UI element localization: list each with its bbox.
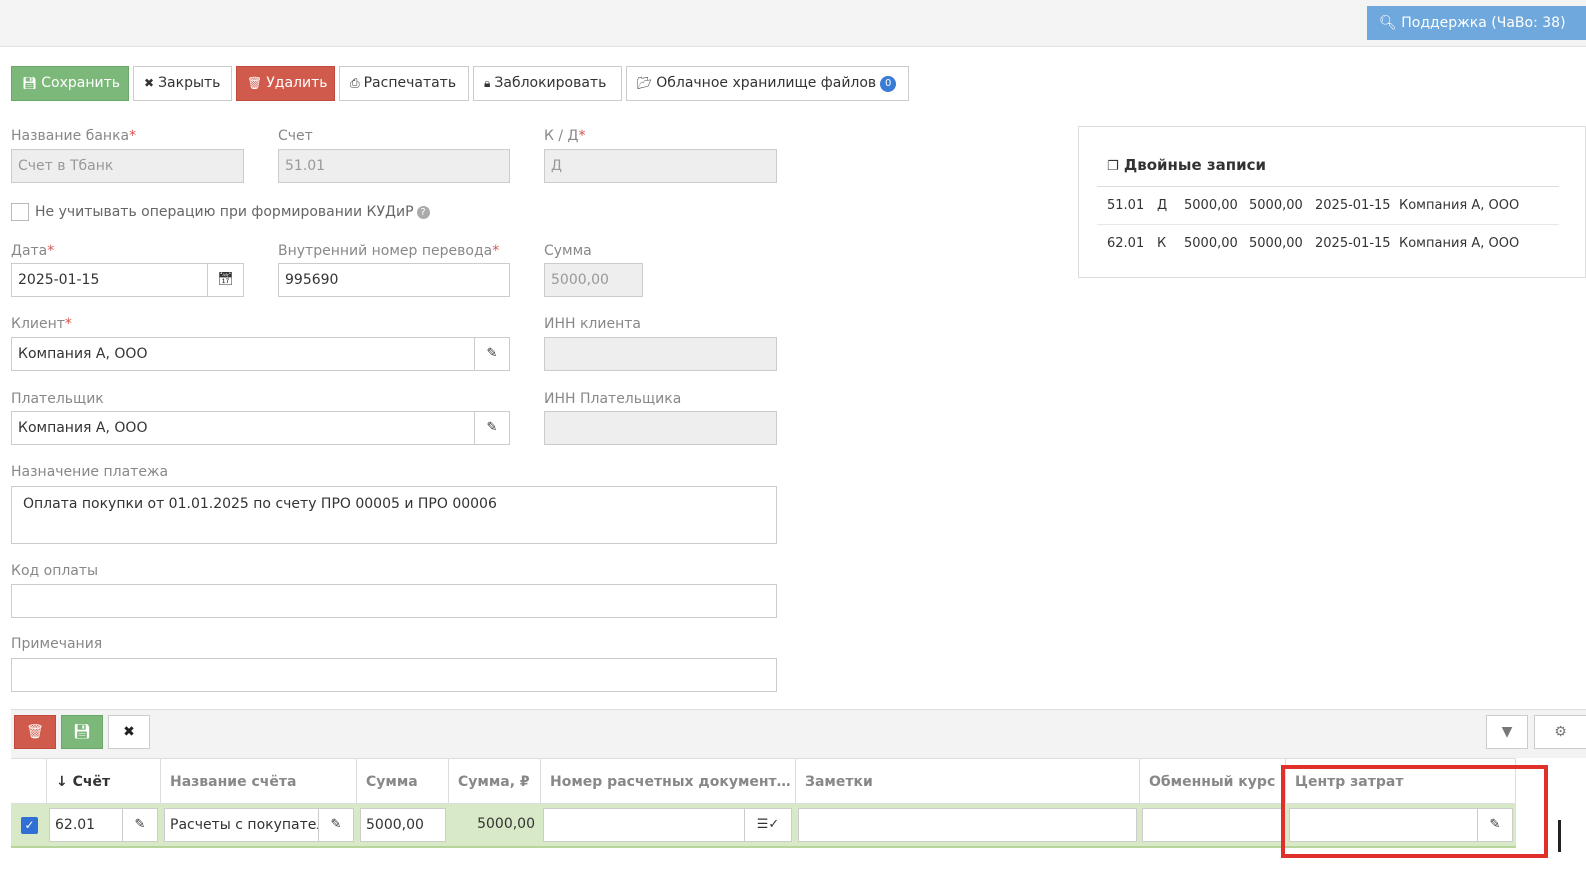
floppy-icon: 💾︎ — [22, 76, 38, 90]
cloud-storage-button[interactable]: 📂︎ Облачное хранилище файлов 0 — [626, 66, 909, 101]
edit-payer-pencil-icon[interactable]: ✎ — [474, 411, 510, 445]
account-field: 51.01 — [278, 149, 510, 183]
payer-inn-label: ИНН Плательщика — [544, 391, 682, 407]
help-icon[interactable]: ? — [416, 206, 430, 219]
notes-label: Примечания — [11, 636, 103, 652]
column-header-account[interactable]: ↓ Счёт — [47, 759, 161, 805]
payment-code-label: Код оплаты — [11, 563, 99, 579]
row-notes-input[interactable] — [798, 808, 1137, 842]
purpose-textarea[interactable]: Оплата покупки от 01.01.2025 по счету ПР… — [11, 486, 777, 544]
double-entries-header: ❐ Двойные записи — [1097, 143, 1559, 187]
printer-icon: ⎙ — [350, 76, 360, 90]
grid-settings-button[interactable]: ⚙ — [1534, 715, 1586, 749]
client-inn-field — [544, 337, 777, 371]
row-sum-rub: 5000,00 — [477, 816, 535, 832]
double-entry-row: 51.01 Д 5000,00 5000,00 2025-01-15 Компа… — [1097, 187, 1559, 225]
grid-delete-button[interactable]: 🗑︎ — [14, 715, 56, 749]
row-rate-input[interactable] — [1142, 808, 1284, 842]
files-count-badge: 0 — [880, 76, 897, 92]
date-input[interactable]: 2025-01-15 — [11, 263, 208, 297]
gear-icon: ⚙ — [1554, 724, 1567, 740]
kd-label: К / Д* — [544, 128, 586, 144]
client-label: Клиент* — [11, 316, 72, 332]
row-sum-input[interactable]: 5000,00 — [360, 808, 446, 842]
copy-icon: ❐ — [1107, 159, 1119, 174]
edit-client-pencil-icon[interactable]: ✎ — [474, 337, 510, 371]
top-bar: 🔍︎ Поддержка (ЧаВо: 38) — [0, 0, 1586, 47]
support-button[interactable]: 🔍︎ Поддержка (ЧаВо: 38) — [1367, 6, 1586, 40]
transfer-number-label: Внутренний номер перевода* — [278, 243, 500, 259]
calendar-icon[interactable]: 📅︎ — [207, 263, 244, 297]
column-header-sum-rub[interactable]: Сумма, ₽ — [449, 759, 541, 805]
bank-name-label: Название банка* — [11, 128, 137, 144]
print-button[interactable]: ⎙ Распечатать — [339, 66, 469, 101]
column-header-notes[interactable]: Заметки — [796, 759, 1140, 805]
lock-icon: 🔒︎ — [484, 76, 491, 90]
folder-icon: 📂︎ — [637, 76, 653, 90]
payment-code-input[interactable] — [11, 584, 777, 618]
double-entry-row: 62.01 К 5000,00 5000,00 2025-01-15 Компа… — [1107, 236, 1520, 251]
support-button-label: Поддержка (ЧаВо: 38) — [1401, 15, 1566, 31]
edit-account-pencil-icon[interactable]: ✎ — [122, 808, 158, 842]
select-column-header[interactable] — [11, 759, 47, 805]
row-account-name-input[interactable]: Расчеты с покупателями — [164, 808, 322, 842]
floppy-icon: 💾︎ — [73, 724, 91, 740]
list-check-icon[interactable]: ☰✓ — [744, 808, 792, 842]
column-header-sum[interactable]: Сумма — [357, 759, 449, 805]
grid-toolbar: 🗑︎ 💾︎ ✖ ▼ ⚙ — [11, 709, 1586, 758]
close-icon: ✖ — [144, 76, 155, 90]
payer-label: Плательщик — [11, 391, 104, 407]
grid-save-button[interactable]: 💾︎ — [61, 715, 103, 749]
save-button[interactable]: 💾︎ Сохранить — [11, 66, 129, 101]
amount-field: 5000,00 — [544, 263, 643, 297]
trash-icon: 🗑︎ — [26, 724, 44, 740]
exclude-kudir-checkbox[interactable] — [11, 203, 29, 221]
cost-center-highlight-box — [1281, 765, 1548, 858]
row-select-checkbox[interactable]: ✓ — [21, 817, 38, 834]
sort-down-icon: ↓ — [56, 774, 68, 790]
notes-input[interactable] — [11, 658, 777, 692]
grid-cancel-button[interactable]: ✖ — [108, 715, 150, 749]
transfer-number-input[interactable]: 995690 — [278, 263, 510, 297]
kd-field: Д — [544, 149, 777, 183]
row-docs-input[interactable] — [543, 808, 745, 842]
filter-icon: ▼ — [1501, 724, 1513, 740]
text-cursor — [1558, 820, 1561, 852]
trash-icon: 🗑︎ — [247, 76, 263, 90]
purpose-label: Назначение платежа — [11, 464, 169, 480]
grid-filter-button[interactable]: ▼ — [1486, 715, 1528, 749]
exclude-kudir-label: Не учитывать операцию при формировании К… — [35, 204, 430, 220]
column-header-account-name[interactable]: Название счёта — [161, 759, 357, 805]
account-label: Счет — [278, 128, 313, 144]
row-account-input[interactable]: 62.01 — [49, 808, 125, 842]
payer-inn-field — [544, 411, 777, 445]
column-header-docs[interactable]: Номер расчетных документ… — [541, 759, 796, 805]
client-input[interactable]: Компания А, ООО — [11, 337, 476, 371]
date-label: Дата* — [11, 243, 55, 259]
double-entries-panel: ❐ Двойные записи 51.01 Д 5000,00 5000,00… — [1078, 126, 1586, 278]
close-button[interactable]: ✖ Закрыть — [133, 66, 232, 101]
lock-button[interactable]: 🔒︎ Заблокировать — [473, 66, 622, 101]
delete-button[interactable]: 🗑︎ Удалить — [236, 66, 335, 101]
edit-account-name-pencil-icon[interactable]: ✎ — [318, 808, 354, 842]
amount-label: Сумма — [544, 243, 592, 259]
bank-name-field: Счет в Тбанк — [11, 149, 244, 183]
close-icon: ✖ — [123, 724, 135, 740]
payer-input[interactable]: Компания А, ООО — [11, 411, 476, 445]
search-icon: 🔍︎ — [1379, 15, 1397, 31]
column-header-rate[interactable]: Обменный курс — [1140, 759, 1286, 805]
client-inn-label: ИНН клиента — [544, 316, 641, 332]
